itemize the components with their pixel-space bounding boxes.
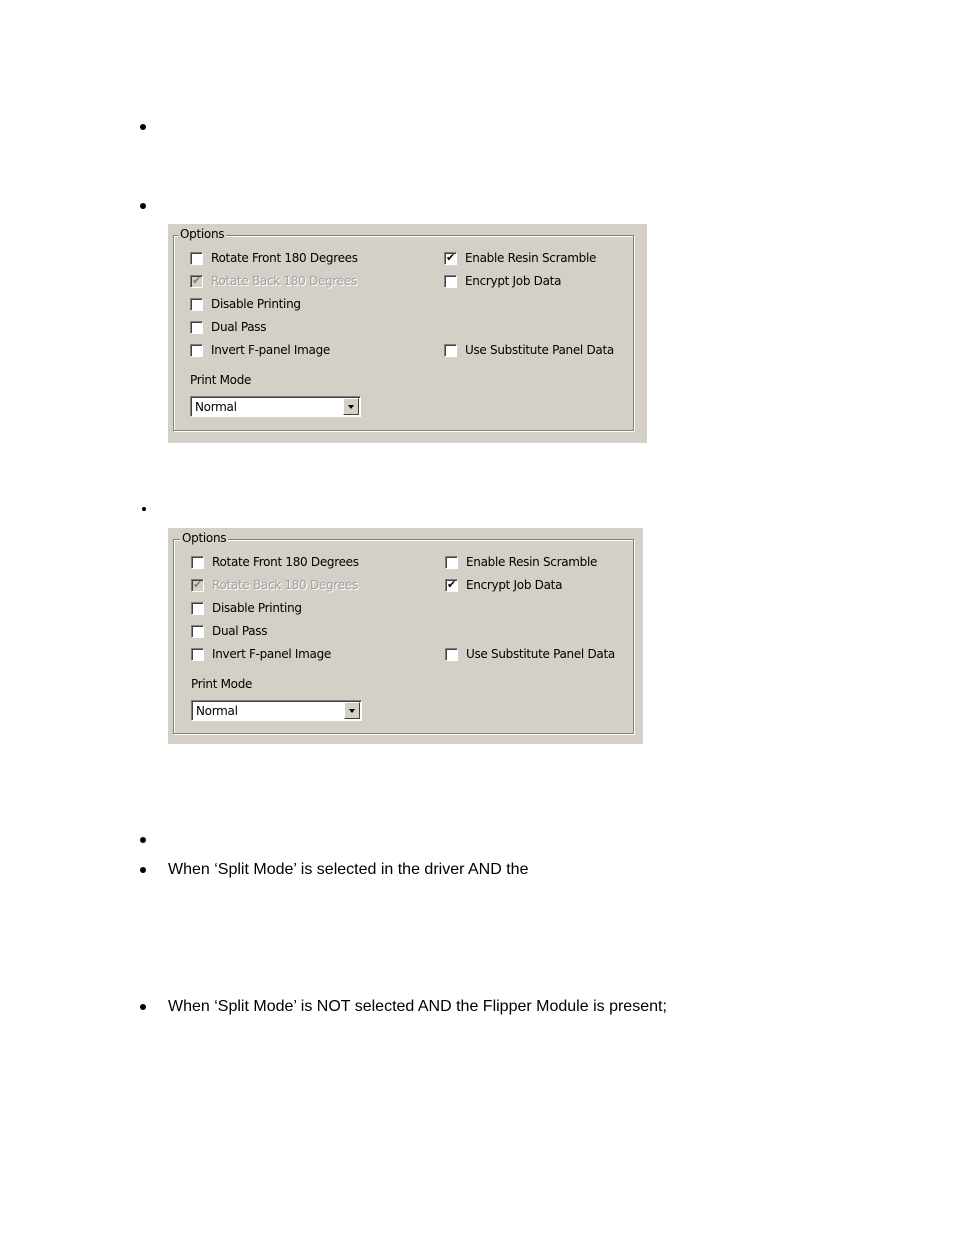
print-mode-label: Print Mode xyxy=(190,373,252,387)
checkbox-box[interactable] xyxy=(191,601,204,615)
encrypt-job-data-checkbox[interactable]: ✔ Encrypt Job Data xyxy=(445,578,562,592)
bullet-5 xyxy=(140,867,146,873)
invert-f-panel-checkbox[interactable]: Invert F-panel Image xyxy=(190,343,330,357)
checkbox-box[interactable] xyxy=(191,555,204,569)
options-dialog-2: Options Rotate Front 180 Degrees ✔ Rotat… xyxy=(168,528,643,744)
checkbox-box[interactable] xyxy=(190,251,203,265)
bullet-3 xyxy=(142,507,146,511)
checkbox-box[interactable] xyxy=(191,647,204,661)
checkbox-box[interactable] xyxy=(444,343,457,357)
rotate-back-checkbox: ✔ Rotate Back 180 Degrees xyxy=(190,273,357,288)
checkbox-box[interactable] xyxy=(190,297,203,311)
options-group-label: Options xyxy=(180,531,229,545)
checkbox-box[interactable] xyxy=(190,343,203,357)
checkbox-box: ✔ xyxy=(190,273,203,288)
chevron-down-icon xyxy=(348,405,354,409)
use-substitute-panel-data-checkbox[interactable]: Use Substitute Panel Data xyxy=(444,343,614,357)
checkbox-box[interactable] xyxy=(191,624,204,638)
print-mode-select[interactable]: Normal xyxy=(191,700,362,721)
invert-f-panel-checkbox[interactable]: Invert F-panel Image xyxy=(191,647,331,661)
checkbox-box: ✔ xyxy=(191,577,204,592)
encrypt-job-data-checkbox[interactable]: Encrypt Job Data xyxy=(444,274,561,288)
checkmark-icon: ✔ xyxy=(447,577,456,591)
use-substitute-panel-data-checkbox[interactable]: Use Substitute Panel Data xyxy=(445,647,615,661)
enable-resin-scramble-checkbox[interactable]: Enable Resin Scramble xyxy=(445,555,597,569)
checkbox-box[interactable] xyxy=(444,274,457,288)
bullet-4 xyxy=(140,837,146,843)
enable-resin-scramble-checkbox[interactable]: ✔ Enable Resin Scramble xyxy=(444,251,596,265)
dual-pass-checkbox[interactable]: Dual Pass xyxy=(190,320,267,334)
print-mode-select[interactable]: Normal xyxy=(190,396,361,417)
print-mode-label: Print Mode xyxy=(191,677,253,691)
options-dialog-1: Options Rotate Front 180 Degrees ✔ Rotat… xyxy=(168,224,647,443)
bullet-text-split-mode-selected: When ‘Split Mode’ is selected in the dri… xyxy=(168,861,529,878)
dropdown-button[interactable] xyxy=(344,702,360,719)
bullet-6 xyxy=(140,1004,146,1010)
checkbox-box[interactable] xyxy=(445,555,458,569)
checkbox-box[interactable]: ✔ xyxy=(445,577,458,592)
bullet-1 xyxy=(140,124,146,130)
options-group-label: Options xyxy=(178,227,227,241)
checkmark-icon: ✔ xyxy=(193,577,202,591)
dual-pass-checkbox[interactable]: Dual Pass xyxy=(191,624,268,638)
dropdown-button[interactable] xyxy=(343,398,359,415)
chevron-down-icon xyxy=(349,709,355,713)
checkbox-box[interactable]: ✔ xyxy=(444,250,457,265)
checkmark-icon: ✔ xyxy=(446,250,455,264)
print-mode-value: Normal xyxy=(195,400,237,414)
rotate-back-checkbox: ✔ Rotate Back 180 Degrees xyxy=(191,577,358,592)
print-mode-value: Normal xyxy=(196,704,238,718)
disable-printing-checkbox[interactable]: Disable Printing xyxy=(190,297,301,311)
rotate-front-checkbox[interactable]: Rotate Front 180 Degrees xyxy=(190,251,358,265)
checkmark-icon: ✔ xyxy=(192,273,201,287)
bullet-2 xyxy=(140,203,146,209)
checkbox-box[interactable] xyxy=(190,320,203,334)
bullet-text-split-mode-not-selected: When ‘Split Mode’ is NOT selected AND th… xyxy=(168,998,667,1015)
rotate-front-checkbox[interactable]: Rotate Front 180 Degrees xyxy=(191,555,359,569)
checkbox-box[interactable] xyxy=(445,647,458,661)
disable-printing-checkbox[interactable]: Disable Printing xyxy=(191,601,302,615)
